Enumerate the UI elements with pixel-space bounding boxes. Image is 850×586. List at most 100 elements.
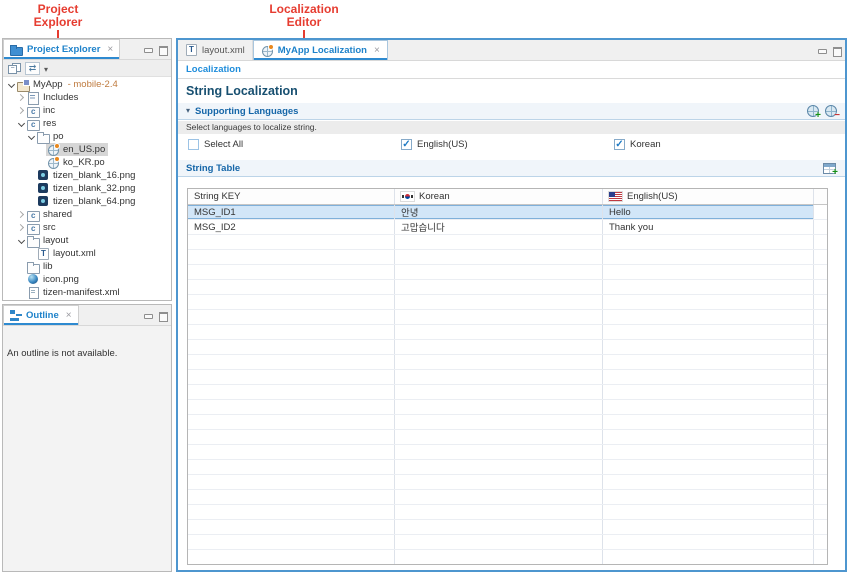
empty-cell[interactable] [395, 445, 603, 459]
empty-cell[interactable] [603, 295, 814, 309]
empty-cell[interactable] [814, 235, 827, 249]
empty-cell[interactable] [188, 250, 395, 264]
tree-item-en_US.po[interactable]: en_US.po [3, 143, 171, 156]
add-string-key-icon[interactable] [823, 162, 837, 174]
empty-table-row[interactable] [188, 355, 827, 370]
maximize-icon[interactable] [158, 45, 167, 54]
empty-cell[interactable] [603, 340, 814, 354]
string-cell[interactable]: 고맙습니다 [395, 220, 603, 234]
column-header-string-key[interactable]: String KEY [188, 189, 395, 204]
empty-cell[interactable] [814, 505, 827, 519]
tree-item-Includes[interactable]: Includes [3, 91, 171, 104]
empty-cell[interactable] [395, 370, 603, 384]
empty-cell[interactable] [603, 520, 814, 534]
remove-language-icon[interactable] [825, 105, 837, 117]
empty-cell[interactable] [603, 325, 814, 339]
chevron-down-icon[interactable] [17, 236, 26, 245]
empty-cell[interactable] [603, 490, 814, 504]
empty-cell[interactable] [814, 310, 827, 324]
section-collapse-icon[interactable]: ▾ [186, 107, 195, 115]
empty-cell[interactable] [188, 535, 395, 549]
empty-cell[interactable] [603, 280, 814, 294]
empty-cell[interactable] [814, 325, 827, 339]
empty-cell[interactable] [603, 460, 814, 474]
string-cell-extra[interactable] [814, 205, 827, 219]
empty-cell[interactable] [603, 505, 814, 519]
empty-cell[interactable] [603, 235, 814, 249]
empty-table-row[interactable] [188, 370, 827, 385]
add-language-icon[interactable] [807, 105, 819, 117]
empty-cell[interactable] [814, 550, 827, 564]
string-cell-extra[interactable] [814, 220, 827, 234]
empty-cell[interactable] [188, 520, 395, 534]
empty-cell[interactable] [603, 415, 814, 429]
empty-cell[interactable] [814, 445, 827, 459]
empty-cell[interactable] [188, 280, 395, 294]
empty-cell[interactable] [188, 235, 395, 249]
empty-cell[interactable] [395, 295, 603, 309]
tree-item-src[interactable]: src [3, 221, 171, 234]
string-cell[interactable]: MSG_ID2 [188, 220, 395, 234]
empty-table-row[interactable] [188, 550, 827, 565]
link-with-editor-icon[interactable] [25, 62, 40, 75]
empty-cell[interactable] [814, 355, 827, 369]
empty-cell[interactable] [395, 250, 603, 264]
empty-cell[interactable] [395, 265, 603, 279]
checkbox-english(us)[interactable]: English(US) [401, 139, 468, 150]
chevron-down-icon[interactable] [17, 119, 26, 128]
tree-item-tizen_blank_32.png[interactable]: tizen_blank_32.png [3, 182, 171, 195]
empty-table-row[interactable] [188, 310, 827, 325]
empty-cell[interactable] [395, 340, 603, 354]
close-icon[interactable]: × [374, 45, 380, 56]
empty-cell[interactable] [814, 400, 827, 414]
column-header-english(us)[interactable]: English(US) [603, 189, 814, 204]
empty-cell[interactable] [188, 370, 395, 384]
empty-cell[interactable] [188, 385, 395, 399]
minimize-icon[interactable] [817, 46, 826, 55]
empty-cell[interactable] [188, 310, 395, 324]
tree-item-tizen_blank_64.png[interactable]: tizen_blank_64.png [3, 195, 171, 208]
tree-item-tizen_blank_16.png[interactable]: tizen_blank_16.png [3, 169, 171, 182]
empty-cell[interactable] [603, 250, 814, 264]
empty-table-row[interactable] [188, 415, 827, 430]
empty-table-row[interactable] [188, 325, 827, 340]
empty-cell[interactable] [395, 520, 603, 534]
string-cell[interactable]: Thank you [603, 220, 814, 234]
empty-table-row[interactable] [188, 505, 827, 520]
chevron-right-icon[interactable] [17, 106, 26, 115]
empty-cell[interactable] [188, 400, 395, 414]
empty-table-row[interactable] [188, 295, 827, 310]
string-cell[interactable]: MSG_ID1 [188, 205, 395, 219]
empty-table-row[interactable] [188, 400, 827, 415]
maximize-icon[interactable] [158, 311, 167, 320]
empty-cell[interactable] [188, 415, 395, 429]
empty-cell[interactable] [188, 490, 395, 504]
empty-cell[interactable] [395, 235, 603, 249]
empty-table-row[interactable] [188, 475, 827, 490]
string-cell[interactable]: Hello [603, 205, 814, 219]
empty-cell[interactable] [603, 310, 814, 324]
tree-item-layout[interactable]: layout [3, 234, 171, 247]
empty-cell[interactable] [395, 430, 603, 444]
chevron-right-icon[interactable] [17, 210, 26, 219]
empty-cell[interactable] [814, 370, 827, 384]
empty-cell[interactable] [395, 280, 603, 294]
tree-item-inc[interactable]: inc [3, 104, 171, 117]
empty-cell[interactable] [188, 325, 395, 339]
empty-cell[interactable] [603, 550, 814, 564]
empty-cell[interactable] [188, 550, 395, 564]
empty-cell[interactable] [814, 385, 827, 399]
empty-table-row[interactable] [188, 445, 827, 460]
empty-cell[interactable] [395, 550, 603, 564]
empty-cell[interactable] [188, 505, 395, 519]
empty-cell[interactable] [395, 400, 603, 414]
string-row-MSG_ID1[interactable]: MSG_ID1안녕Hello [188, 205, 827, 220]
tab-project-explorer[interactable]: Project Explorer × [3, 39, 120, 59]
empty-table-row[interactable] [188, 250, 827, 265]
empty-cell[interactable] [188, 340, 395, 354]
minimize-icon[interactable] [143, 311, 152, 320]
empty-cell[interactable] [395, 460, 603, 474]
empty-cell[interactable] [188, 460, 395, 474]
empty-cell[interactable] [814, 250, 827, 264]
tree-item-ko_KR.po[interactable]: ko_KR.po [3, 156, 171, 169]
